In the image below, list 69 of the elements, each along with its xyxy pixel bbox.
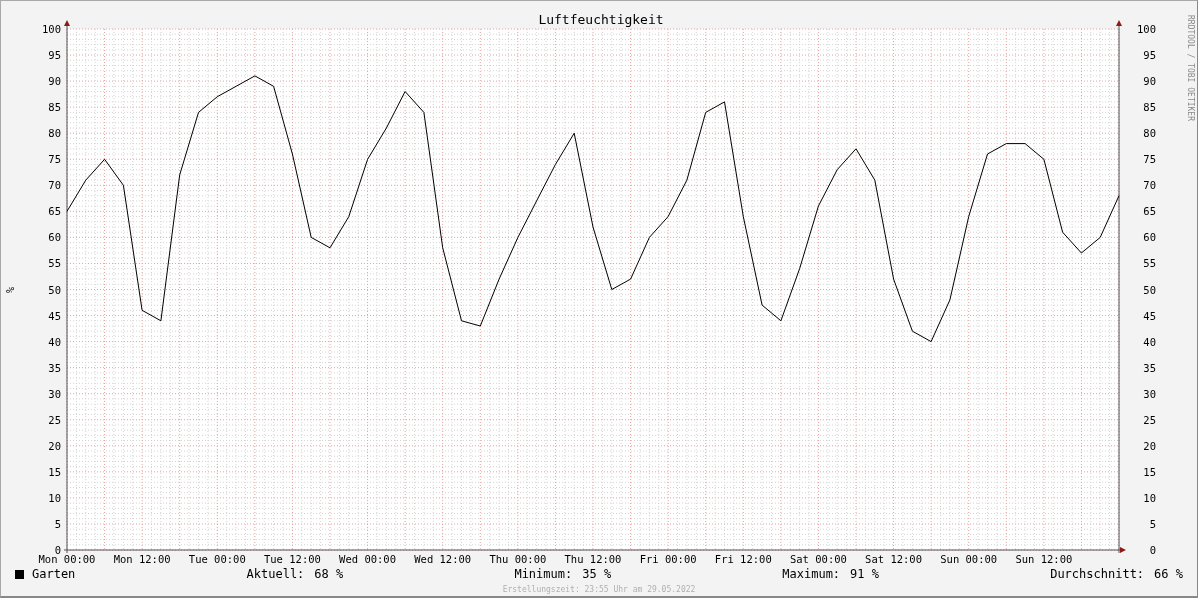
x-tick-label: Tue 12:00 [264,553,321,565]
timestamp-text: Erstellungszeit: 23:55 Uhr am 29.05.2022 [501,585,697,594]
stat-value: 66 % [1154,567,1183,581]
chart-title: Luftfeuchtigkeit [538,12,664,27]
x-tick-label: Fri 12:00 [714,553,772,565]
y-tick-label: 10 [1143,491,1156,504]
y-tick-label: 85 [48,101,61,114]
y-tick-label: 90 [48,75,61,88]
credit-text: RRDTOOL / TOBI OETIKER [1186,15,1195,121]
y-tick-label: 40 [1143,335,1156,348]
x-tick-label: Sun 00:00 [940,553,998,565]
y-tick-label: 100 [1137,23,1156,35]
y-axis-label: % [5,287,16,293]
x-tick-label: Wed 00:00 [339,553,396,565]
legend-label: Garten [32,567,76,581]
y-tick-label: 15 [48,465,61,478]
stat-value: 35 % [582,567,612,581]
x-tick-label: Mon 00:00 [38,553,96,565]
stat-label: Aktuell: [246,567,305,581]
x-tick-label: Sat 12:00 [865,553,922,565]
x-tick-label: Sun 12:00 [1015,553,1073,565]
y-tick-label: 95 [48,49,61,62]
y-tick-label: 25 [1143,413,1156,426]
y-tick-label: 85 [1143,101,1156,114]
y-tick-label: 65 [48,205,61,218]
y-tick-label: 5 [54,517,61,530]
y-tick-label: 15 [1143,465,1156,478]
y-tick-label: 80 [48,127,61,140]
y-tick-label: 100 [42,23,61,35]
y-tick-label: 10 [48,491,61,504]
x-tick-label: Mon 12:00 [113,553,171,565]
x-tick-label: Thu 00:00 [489,553,547,565]
y-tick-label: 55 [48,257,61,270]
y-tick-label: 50 [48,283,61,296]
x-tick-label: Sat 00:00 [790,553,847,565]
y-tick-label: 70 [1143,179,1156,192]
y-tick-label: 75 [1143,153,1156,166]
stat-label: Durchschnitt: [1050,567,1145,581]
stat-label: Maximum: [782,567,841,581]
y-tick-label: 25 [48,413,61,426]
y-tick-label: 50 [1143,283,1156,296]
y-tick-label: 45 [1143,309,1156,322]
x-tick-label: Wed 12:00 [414,553,472,565]
x-tick-label: Tue 00:00 [188,553,246,565]
y-tick-label: 55 [1143,257,1156,270]
x-tick-label: Fri 00:00 [639,553,697,565]
y-tick-label: 35 [1143,361,1156,374]
stat-value: 68 % [314,567,344,581]
stat-label: Minimum: [514,567,573,581]
y-tick-label: 80 [1143,127,1156,140]
y-tick-label: 40 [48,335,61,348]
y-tick-label: 35 [48,361,61,374]
x-tick-label: Thu 12:00 [564,553,622,565]
y-tick-label: 65 [1143,205,1156,218]
y-tick-label: 75 [48,153,61,166]
y-tick-label: 30 [48,387,61,400]
y-tick-label: 60 [1143,231,1156,244]
y-tick-label: 95 [1143,49,1156,62]
y-tick-label: 30 [1143,387,1156,400]
y-tick-label: 20 [1143,439,1156,452]
y-tick-label: 20 [48,439,61,452]
y-tick-label: 90 [1143,75,1156,88]
y-tick-label: 5 [1149,517,1156,530]
y-tick-label: 70 [48,179,61,192]
y-tick-label: 0 [1149,544,1156,556]
y-tick-label: 60 [48,231,61,244]
stat-value: 91 % [850,567,879,581]
y-tick-label: 0 [54,544,61,556]
y-tick-label: 45 [48,309,61,322]
